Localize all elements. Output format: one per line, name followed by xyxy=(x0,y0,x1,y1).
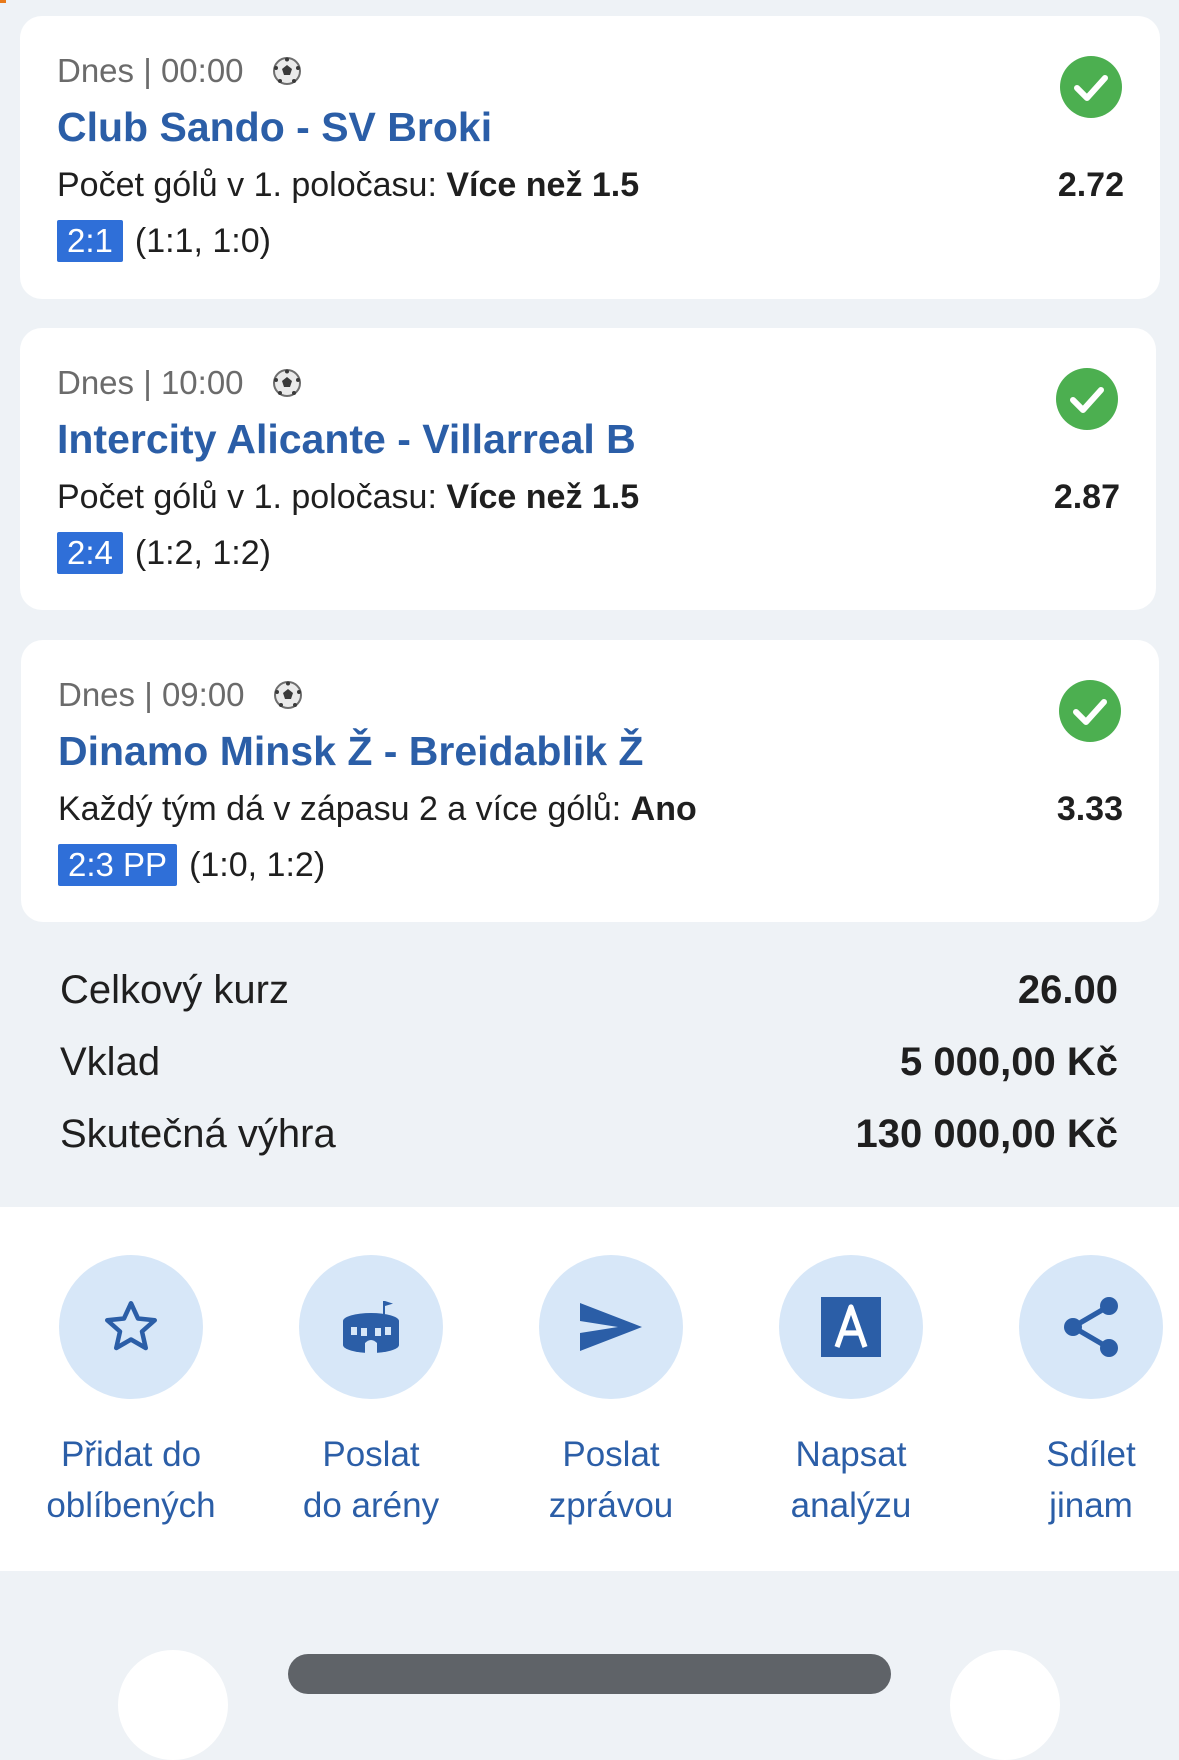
match-title[interactable]: Dinamo Minsk Ž - Breidablik Ž xyxy=(58,728,643,775)
total-odds-value: 26.00 xyxy=(1017,968,1118,1012)
final-score-badge: 2:4 xyxy=(57,532,123,574)
market-name: Počet gólů v 1. poločasu: xyxy=(57,478,437,516)
stake-row: Vklad 5 000,00 Kč xyxy=(60,1040,1118,1085)
add-to-favorites-circle[interactable] xyxy=(59,1255,203,1399)
send-to-arena-circle[interactable] xyxy=(299,1255,443,1399)
share-elsewhere-label: Sdílet jinam xyxy=(1046,1435,1136,1525)
score-row: 2:4 (1:2, 1:2) xyxy=(57,532,271,574)
nav-left-button[interactable] xyxy=(118,1650,228,1760)
share-icon xyxy=(1064,1297,1118,1357)
add-to-favorites-button[interactable]: Přidat do oblíbených xyxy=(11,1255,251,1531)
write-analysis-circle[interactable] xyxy=(779,1255,923,1399)
total-odds-label: Celkový kurz xyxy=(60,968,289,1012)
bet-meta: Dnes | 10:00 xyxy=(57,364,302,402)
soccer-ball-icon xyxy=(272,57,301,85)
bet-odds: 2.87 xyxy=(1053,478,1120,516)
match-title[interactable]: Intercity Alicante - Villarreal B xyxy=(57,416,636,463)
market-selection: Ano xyxy=(630,790,697,828)
half-scores: (1:2, 1:2) xyxy=(134,533,271,572)
payout-label: Skutečná výhra xyxy=(60,1112,336,1156)
write-analysis-button[interactable]: Napsat analýzu xyxy=(731,1255,971,1531)
bet-card[interactable]: Dnes | 00:00 Club Sando - SV Broki Počet… xyxy=(20,16,1160,299)
send-message-label: Poslat zprávou xyxy=(548,1435,674,1525)
analysis-icon xyxy=(821,1297,881,1357)
stake-value: 5 000,00 Kč xyxy=(900,1040,1118,1084)
payout-value: 130 000,00 Kč xyxy=(855,1112,1118,1156)
payout-row: Skutečná výhra 130 000,00 Kč xyxy=(60,1112,1118,1157)
write-analysis-label: Napsat analýzu xyxy=(790,1435,912,1525)
action-bar: Přidat do oblíbených Poslat do arény Pos xyxy=(0,1207,1179,1571)
score-row: 2:1 (1:1, 1:0) xyxy=(57,220,271,262)
half-scores: (1:0, 1:2) xyxy=(189,845,326,884)
check-circle-icon xyxy=(1059,680,1121,742)
match-title[interactable]: Club Sando - SV Broki xyxy=(57,104,492,151)
send-icon xyxy=(580,1303,642,1351)
bet-card[interactable]: Dnes | 10:00 Intercity Alicante - Villar… xyxy=(20,328,1156,610)
send-to-arena-button[interactable]: Poslat do arény xyxy=(251,1255,491,1531)
top-accent-bar xyxy=(0,0,6,3)
soccer-ball-icon xyxy=(273,681,302,709)
nav-right-button[interactable] xyxy=(950,1650,1060,1760)
bet-odds: 2.72 xyxy=(1057,166,1124,204)
bet-meta: Dnes | 00:00 xyxy=(57,52,302,90)
bet-time: Dnes | 09:00 xyxy=(58,676,245,713)
bottom-navigation-pill[interactable] xyxy=(288,1654,891,1694)
bet-market: Počet gólů v 1. poločasu: Více než 1.5 xyxy=(57,166,639,205)
send-message-circle[interactable] xyxy=(539,1255,683,1399)
bet-market: Počet gólů v 1. poločasu: Více než 1.5 xyxy=(57,478,639,517)
arena-icon xyxy=(343,1301,399,1353)
half-scores: (1:1, 1:0) xyxy=(134,221,271,260)
market-name: Každý tým dá v zápasu 2 a více gólů: xyxy=(58,790,622,828)
check-circle-icon xyxy=(1060,56,1122,118)
final-score-badge: 2:3 PP xyxy=(58,844,178,886)
bet-card[interactable]: Dnes | 09:00 Dinamo Minsk Ž - Breidablik… xyxy=(21,640,1159,922)
bet-time: Dnes | 10:00 xyxy=(57,364,244,401)
score-row: 2:3 PP (1:0, 1:2) xyxy=(58,844,325,886)
market-selection: Více než 1.5 xyxy=(446,478,640,516)
market-name: Počet gólů v 1. poločasu: xyxy=(57,166,437,204)
bet-meta: Dnes | 09:00 xyxy=(58,676,303,714)
star-icon xyxy=(105,1301,157,1351)
share-elsewhere-button[interactable]: Sdílet jinam xyxy=(971,1255,1179,1531)
total-odds-row: Celkový kurz 26.00 xyxy=(60,968,1118,1013)
bet-odds: 3.33 xyxy=(1056,790,1123,828)
bet-market: Každý tým dá v zápasu 2 a více gólů: Ano xyxy=(58,790,697,829)
check-circle-icon xyxy=(1056,368,1118,430)
market-selection: Více než 1.5 xyxy=(446,166,640,204)
final-score-badge: 2:1 xyxy=(57,220,123,262)
stake-label: Vklad xyxy=(60,1040,161,1084)
bet-time: Dnes | 00:00 xyxy=(57,52,244,89)
share-elsewhere-circle[interactable] xyxy=(1019,1255,1163,1399)
add-to-favorites-label: Přidat do oblíbených xyxy=(46,1435,216,1525)
send-to-arena-label: Poslat do arény xyxy=(302,1435,440,1525)
soccer-ball-icon xyxy=(272,369,301,397)
send-message-button[interactable]: Poslat zprávou xyxy=(491,1255,731,1531)
